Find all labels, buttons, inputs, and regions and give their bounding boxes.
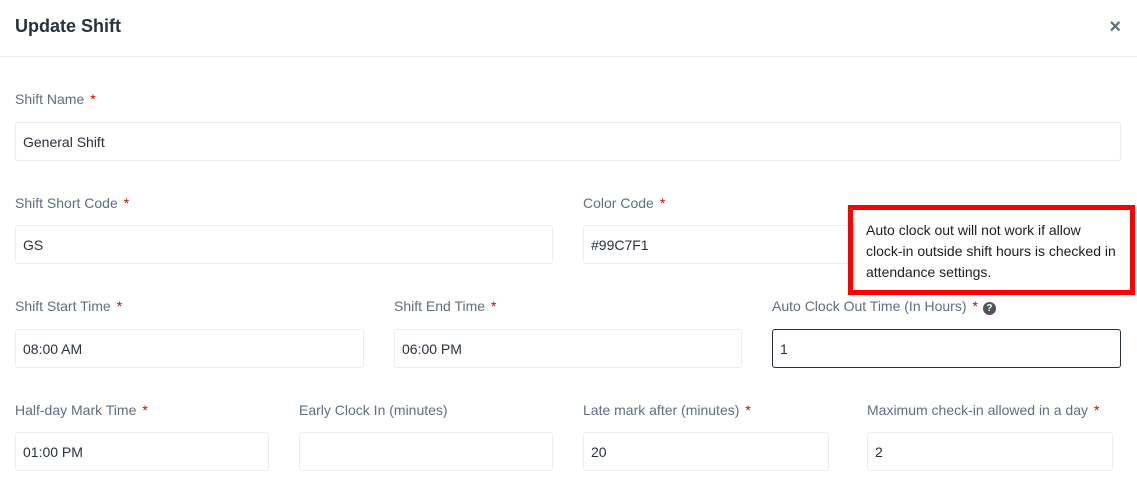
shift-short-code-label: Shift Short Code *	[15, 195, 130, 211]
shift-end-time-label: Shift End Time *	[394, 298, 497, 314]
required-marker: *	[116, 298, 123, 314]
question-circle-icon[interactable]: ?	[982, 302, 996, 315]
color-code-label: Color Code *	[583, 195, 666, 211]
modal-header: Update Shift ×	[0, 0, 1137, 57]
required-marker: *	[972, 298, 978, 314]
shift-name-label: Shift Name *	[15, 91, 96, 107]
early-clock-in-label: Early Clock In (minutes)	[299, 402, 448, 418]
auto-clock-out-time-input[interactable]	[772, 329, 1121, 368]
max-checkin-input[interactable]	[867, 432, 1113, 471]
required-marker: *	[1093, 402, 1100, 418]
half-day-mark-time-input[interactable]	[15, 432, 269, 471]
required-marker: *	[491, 298, 497, 314]
late-mark-after-label: Late mark after (minutes) *	[583, 402, 751, 418]
modal-title: Update Shift	[15, 16, 121, 36]
required-marker: *	[142, 402, 148, 418]
shift-name-input[interactable]	[15, 122, 1121, 161]
required-marker: *	[90, 91, 96, 107]
late-mark-after-input[interactable]	[583, 432, 829, 471]
early-clock-in-input[interactable]	[299, 432, 553, 471]
required-marker: *	[659, 195, 666, 211]
half-day-mark-time-label: Half-day Mark Time *	[15, 402, 148, 418]
shift-start-time-label: Shift Start Time *	[15, 298, 123, 314]
close-icon[interactable]: ×	[1109, 17, 1121, 37]
shift-start-time-input[interactable]	[15, 329, 364, 368]
auto-clock-out-time-label: Auto Clock Out Time (In Hours) *?	[772, 298, 996, 315]
max-checkin-label: Maximum check-in allowed in a day *	[867, 402, 1100, 418]
required-marker: *	[123, 195, 130, 211]
shift-short-code-input[interactable]	[15, 225, 553, 264]
auto-clock-out-tooltip: Auto clock out will not work if allow cl…	[848, 205, 1135, 295]
shift-end-time-input[interactable]	[394, 329, 742, 368]
required-marker: *	[745, 402, 751, 418]
